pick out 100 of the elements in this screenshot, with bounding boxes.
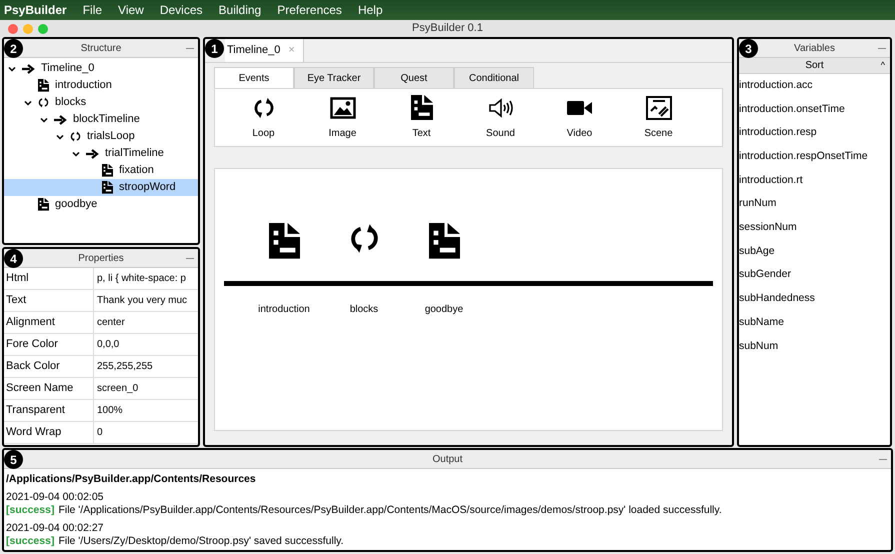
- variable-item[interactable]: subGender: [739, 267, 791, 284]
- event-palette-item[interactable]: Image: [303, 94, 382, 140]
- menu-item[interactable]: View: [118, 1, 144, 19]
- event-palette-item[interactable]: Video: [540, 94, 619, 140]
- event-label: Sound: [486, 126, 515, 140]
- output-message: File '/Users/Zy/Desktop/demo/Stroop.psy' saved successfully.: [58, 535, 344, 548]
- sort-arrow[interactable]: ^: [880, 59, 885, 72]
- property-value[interactable]: 0,0,0: [94, 337, 120, 352]
- document-icon: [38, 79, 49, 92]
- variable-item[interactable]: subHandedness: [739, 291, 815, 307]
- property-value[interactable]: center: [94, 315, 125, 330]
- tree-item-label: blocks: [55, 95, 86, 110]
- property-value[interactable]: 0: [94, 425, 103, 440]
- chevron-icon[interactable]: [72, 150, 80, 158]
- document-icon: [102, 181, 113, 194]
- event-tab[interactable]: Conditional: [454, 67, 534, 89]
- panel-title: Variables: [794, 42, 835, 56]
- variable-item[interactable]: sessionNum: [739, 220, 797, 236]
- event-palette-item[interactable]: Text: [382, 94, 461, 140]
- scene-icon: [646, 96, 672, 120]
- panel-title: Structure: [80, 42, 122, 56]
- loop-icon: [252, 96, 274, 118]
- tree-item[interactable]: introduction: [4, 77, 198, 94]
- app-name[interactable]: PsyBuilder: [4, 1, 67, 19]
- output-timestamp: 2021-09-04 00:02:05: [6, 491, 104, 504]
- property-value[interactable]: Thank you very muc: [94, 293, 188, 308]
- panel-number-badge: 1: [205, 39, 224, 58]
- speaker-icon: [488, 96, 514, 118]
- variable-item[interactable]: runNum: [739, 196, 776, 212]
- event-palette-item[interactable]: Scene: [619, 94, 698, 140]
- event-tab[interactable]: Events: [214, 67, 294, 89]
- video-camera-icon: [566, 98, 592, 116]
- menu-item[interactable]: Help: [358, 1, 383, 19]
- arrow-icon: [86, 148, 99, 158]
- panel-title: Output: [432, 452, 463, 466]
- property-name: Text: [4, 290, 94, 311]
- image-icon: [330, 96, 356, 118]
- tree-item[interactable]: trialsLoop: [4, 128, 198, 145]
- tree-item[interactable]: Timeline_0: [4, 60, 198, 77]
- event-label: Video: [566, 126, 592, 140]
- chevron-icon[interactable]: [40, 116, 48, 124]
- property-name: Screen Name: [4, 378, 94, 399]
- variable-item[interactable]: introduction.respOnsetTime: [739, 149, 868, 165]
- tree-item[interactable]: stroopWord: [4, 179, 198, 196]
- event-palette-item[interactable]: Sound: [461, 94, 540, 140]
- loop-icon: [38, 97, 49, 108]
- variable-item[interactable]: introduction.rt: [739, 172, 803, 188]
- output-path: /Applications/PsyBuilder.app/Contents/Resources: [6, 473, 257, 486]
- sort-header[interactable]: Sort ^: [739, 58, 890, 74]
- loop-icon: [348, 223, 380, 254]
- chevron-icon[interactable]: [56, 132, 64, 140]
- tree-item[interactable]: trialTimeline: [4, 145, 198, 162]
- property-name: Alignment: [4, 312, 94, 333]
- event-label: Image: [328, 126, 356, 140]
- property-value[interactable]: p, li { white-space: p: [94, 271, 186, 286]
- close-window-button[interactable]: [8, 24, 18, 34]
- variable-item[interactable]: introduction.resp: [739, 125, 817, 142]
- panel-title: Properties: [78, 252, 124, 266]
- event-tab[interactable]: Quest: [374, 67, 454, 89]
- tree-item-label: stroopWord: [119, 180, 176, 196]
- tree-item-label: Timeline_0: [41, 61, 94, 76]
- document-tab-label: Timeline_0: [227, 43, 280, 58]
- variable-item[interactable]: subName: [739, 314, 784, 331]
- document-icon: [102, 164, 113, 177]
- document-tab[interactable]: Timeline_0 ×: [225, 39, 304, 62]
- tree-item[interactable]: blockTimeline: [4, 111, 198, 128]
- tree-item[interactable]: blocks: [4, 94, 198, 111]
- chevron-icon[interactable]: [8, 64, 16, 72]
- document-icon: [410, 94, 432, 120]
- window-title: PsyBuilder 0.1: [412, 21, 483, 36]
- tree-item-label: blockTimeline: [73, 112, 140, 128]
- event-label: Loop: [252, 126, 275, 140]
- tree-item-label: introduction: [55, 78, 112, 94]
- tree-item[interactable]: goodbye: [4, 196, 198, 213]
- variable-item[interactable]: introduction.acc: [739, 78, 813, 94]
- variable-item[interactable]: introduction.onsetTime: [739, 102, 845, 118]
- arrow-icon: [22, 64, 35, 74]
- output-message: File '/Applications/PsyBuilder.app/Contents/Resources/PsyBuilder.app/Contents/MacOS/source/images/demos/stroop.psy' loaded successfully.: [58, 504, 722, 517]
- menu-item[interactable]: Preferences: [277, 1, 342, 19]
- tree-item-label: goodbye: [55, 197, 98, 212]
- document-icon: [38, 198, 49, 211]
- menu-item[interactable]: File: [82, 1, 102, 19]
- property-value[interactable]: 100%: [94, 403, 123, 418]
- chevron-icon[interactable]: [24, 98, 32, 106]
- menu-item[interactable]: Devices: [160, 1, 203, 19]
- document-icon: [268, 223, 300, 259]
- variable-item[interactable]: subAge: [739, 244, 775, 260]
- minimize-window-button[interactable]: [23, 24, 33, 34]
- timeline-event-label[interactable]: introduction: [258, 302, 310, 317]
- zoom-window-button[interactable]: [38, 24, 48, 34]
- property-value[interactable]: 255,255,255: [94, 359, 153, 374]
- event-palette-item[interactable]: Loop: [224, 94, 303, 140]
- timeline-event-label[interactable]: goodbye: [424, 302, 464, 317]
- menu-item[interactable]: Building: [218, 1, 262, 19]
- tree-item[interactable]: fixation: [4, 162, 198, 179]
- timeline-event-label[interactable]: blocks: [350, 302, 378, 317]
- property-value[interactable]: screen_0: [94, 381, 138, 396]
- variable-item[interactable]: subNum: [739, 338, 778, 354]
- success-tag: [success]: [6, 535, 54, 548]
- event-tab[interactable]: Eye Tracker: [294, 67, 374, 89]
